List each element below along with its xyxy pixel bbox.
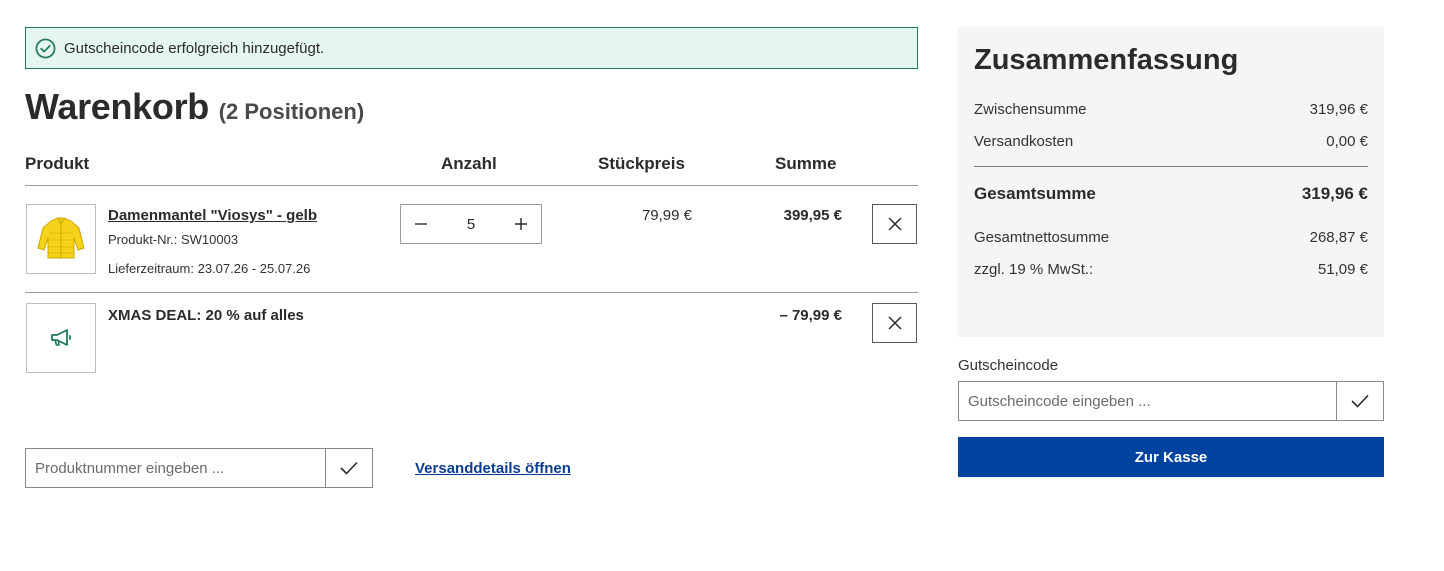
close-icon bbox=[887, 316, 902, 330]
plus-icon bbox=[515, 218, 527, 230]
promotion-name: XMAS DEAL: 20 % auf alles bbox=[108, 307, 304, 324]
column-quantity: Anzahl bbox=[441, 154, 497, 173]
add-product-button[interactable] bbox=[325, 449, 372, 487]
shipping-row: Versandkosten 0,00 € bbox=[974, 133, 1368, 150]
item-divider bbox=[25, 292, 918, 293]
voucher-input[interactable] bbox=[959, 382, 1337, 420]
subtotal-value: 319,96 € bbox=[1309, 101, 1368, 118]
checkmark-icon bbox=[340, 461, 358, 475]
minus-icon bbox=[415, 223, 427, 225]
column-unit-price: Stückpreis bbox=[598, 154, 685, 173]
shipping-label: Versandkosten bbox=[974, 133, 1074, 150]
apply-voucher-button[interactable] bbox=[1336, 382, 1383, 420]
product-image[interactable] bbox=[26, 204, 96, 274]
net-total-label: Gesamtnettosumme bbox=[974, 229, 1110, 246]
subtotal-row: Zwischensumme 319,96 € bbox=[974, 101, 1368, 118]
item-total: 399,95 € bbox=[783, 207, 842, 224]
alert-message: Gutscheincode erfolgreich hinzugefügt. bbox=[64, 39, 325, 57]
delivery-period: Lieferzeitraum: 23.07.26 - 25.07.26 bbox=[108, 261, 311, 276]
column-total: Summe bbox=[775, 154, 837, 173]
quantity-stepper[interactable]: 5 bbox=[400, 204, 542, 244]
close-icon bbox=[887, 217, 902, 231]
remove-item-button[interactable] bbox=[872, 204, 917, 244]
grand-total-value: 319,96 € bbox=[1301, 184, 1368, 203]
checkmark-icon bbox=[1351, 394, 1369, 408]
promotion-image bbox=[26, 303, 96, 373]
product-name-link[interactable]: Damenmantel "Viosys" - gelb bbox=[108, 207, 317, 224]
success-alert: Gutscheincode erfolgreich hinzugefügt. bbox=[25, 27, 918, 69]
cart-count: (2 Positionen) bbox=[218, 99, 365, 124]
vat-label: zzgl. 19 % MwSt.: bbox=[974, 261, 1094, 278]
check-circle-icon bbox=[35, 38, 56, 58]
grand-total-row: Gesamtsumme 319,96 € bbox=[974, 184, 1368, 204]
megaphone-icon bbox=[51, 329, 71, 346]
cart-title: Warenkorb bbox=[25, 86, 209, 127]
vat-value: 51,09 € bbox=[1317, 261, 1368, 278]
yellow-jacket-image bbox=[37, 217, 85, 259]
decrease-button[interactable] bbox=[401, 205, 441, 243]
product-number-form bbox=[25, 448, 373, 488]
shipping-value: 0,00 € bbox=[1326, 133, 1368, 150]
summary-divider bbox=[974, 166, 1368, 167]
checkout-button[interactable]: Zur Kasse bbox=[958, 437, 1384, 477]
subtotal-label: Zwischensumme bbox=[974, 101, 1087, 118]
product-number: Produkt-Nr.: SW10003 bbox=[108, 232, 239, 247]
page-title: Warenkorb (2 Positionen) bbox=[25, 86, 364, 128]
summary-title: Zusammenfassung bbox=[974, 44, 1239, 76]
unit-price: 79,99 € bbox=[641, 207, 692, 224]
promotion-total: – 79,99 € bbox=[779, 307, 842, 324]
vat-row: zzgl. 19 % MwSt.: 51,09 € bbox=[974, 261, 1368, 278]
column-product: Produkt bbox=[25, 154, 90, 173]
net-total-row: Gesamtnettosumme 268,87 € bbox=[974, 229, 1368, 246]
product-number-input[interactable] bbox=[26, 449, 326, 487]
net-total-value: 268,87 € bbox=[1309, 229, 1368, 246]
grand-total-label: Gesamtsumme bbox=[974, 184, 1096, 203]
remove-promotion-button[interactable] bbox=[872, 303, 917, 343]
header-divider bbox=[25, 185, 918, 186]
increase-button[interactable] bbox=[501, 205, 541, 243]
voucher-form bbox=[958, 381, 1384, 421]
shipping-details-link[interactable]: Versanddetails öffnen bbox=[415, 460, 571, 477]
quantity-value[interactable]: 5 bbox=[467, 216, 475, 233]
summary-panel: Zusammenfassung Zwischensumme 319,96 € V… bbox=[958, 27, 1384, 337]
voucher-label: Gutscheincode bbox=[958, 357, 1059, 374]
